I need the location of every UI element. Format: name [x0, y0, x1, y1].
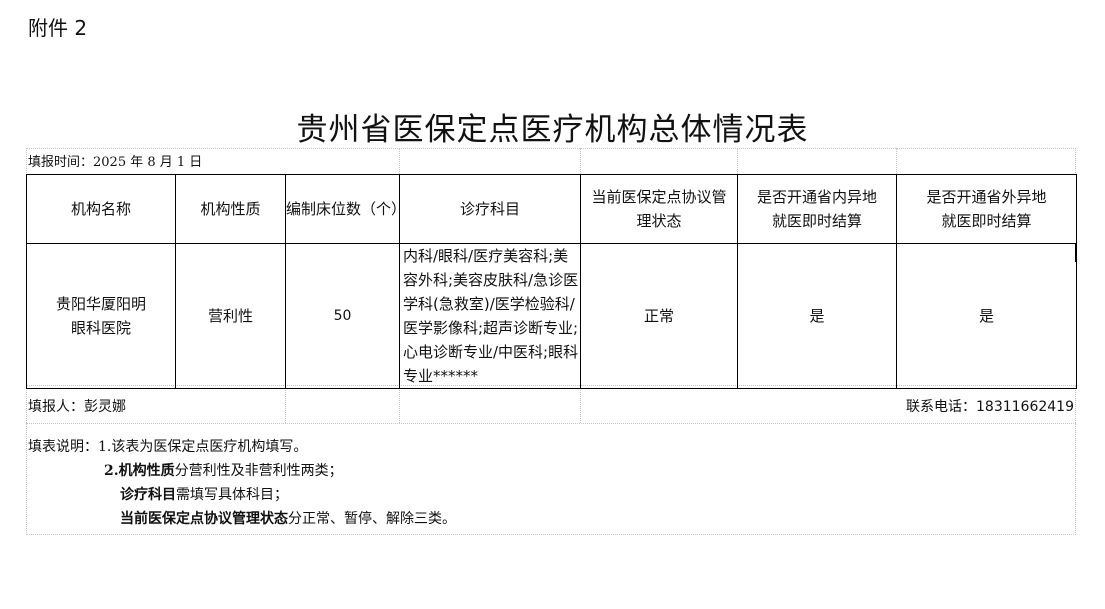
note-1: 1.该表为医保定点医疗机构填写。	[98, 439, 308, 455]
page-title: 贵州省医保定点医疗机构总体情况表	[296, 112, 809, 148]
header-cell: 机构名称	[26, 174, 176, 244]
notes-prefix: 填表说明：	[28, 439, 98, 455]
header-cell-text: 是否开通省内异地就医即时结算	[756, 188, 877, 230]
grid-line	[399, 148, 400, 174]
note-3-bold: 诊疗科目	[120, 487, 176, 503]
note-3-rest: 需填写具体科目；	[176, 487, 288, 503]
note-2-num: 2.	[104, 463, 119, 479]
phone-label: 联系电话：	[906, 399, 977, 415]
table-row: 贵阳华厦阳明眼科医院 营利性 50 内科/眼科/医疗美容科;美容外科;美容皮肤科…	[26, 243, 1077, 389]
contact-phone: 联系电话：18311662419	[906, 396, 1074, 416]
note-4-rest: 分正常、暂停、解除三类。	[288, 511, 456, 527]
header-cell: 当前医保定点协议管理状态	[580, 174, 738, 244]
grid-line	[285, 385, 286, 423]
header-cell: 编制床位数（个）	[285, 174, 406, 244]
header-cell-text: 是否开通省外异地就医即时结算	[926, 188, 1047, 230]
attachment-label: 附件 2	[28, 16, 88, 40]
departments: 内科/眼科/医疗美容科;美容外科;美容皮肤科/急诊医学科(急救室)/医学检验科/…	[399, 243, 581, 389]
fill-instructions: 填表说明：1.该表为医保定点医疗机构填写。 2.机构性质分营利性及非营利性两类；…	[28, 435, 456, 531]
header-cell-text: 当前医保定点协议管理状态	[591, 188, 727, 230]
text-cursor	[1075, 244, 1077, 262]
out-province-settlement: 是	[896, 243, 1077, 389]
header-cell: 诊疗科目	[399, 174, 581, 244]
grid-line	[26, 423, 1076, 424]
note-line-1: 填表说明：1.该表为医保定点医疗机构填写。	[28, 435, 456, 459]
header-cell: 机构性质	[175, 174, 286, 244]
header-cell: 是否开通省内异地就医即时结算	[737, 174, 897, 244]
institution-table: 机构名称 机构性质 编制床位数（个） 诊疗科目 当前医保定点协议管理状态 是否开…	[26, 174, 1077, 389]
grid-line	[580, 148, 581, 174]
reporter: 填报人：彭灵娜	[28, 399, 126, 415]
phone-number: 18311662419	[976, 399, 1074, 415]
institution-nature: 营利性	[175, 243, 286, 389]
note-line-2: 2.机构性质分营利性及非营利性两类；	[28, 459, 456, 483]
header-cell: 是否开通省外异地就医即时结算	[896, 174, 1077, 244]
note-line-4: 当前医保定点协议管理状态分正常、暂停、解除三类。	[28, 507, 456, 531]
institution-name-text: 贵阳华厦阳明眼科医院	[55, 295, 146, 337]
note-2-bold: 机构性质	[118, 463, 175, 479]
grid-line	[737, 148, 738, 174]
institution-name: 贵阳华厦阳明眼科医院	[26, 243, 176, 389]
grid-line	[580, 385, 581, 423]
grid-line	[896, 148, 897, 174]
note-2-rest: 分营利性及非营利性两类；	[174, 463, 343, 479]
table-header-row: 机构名称 机构性质 编制床位数（个） 诊疗科目 当前医保定点协议管理状态 是否开…	[26, 174, 1077, 244]
bed-count: 50	[285, 243, 400, 389]
grid-line	[399, 385, 400, 423]
agreement-status: 正常	[580, 243, 738, 389]
note-line-3: 诊疗科目需填写具体科目；	[28, 483, 456, 507]
in-province-settlement: 是	[737, 243, 897, 389]
note-4-bold: 当前医保定点协议管理状态	[120, 511, 288, 527]
fill-date: 填报时间：2025 年 8 月 1 日	[28, 155, 203, 170]
